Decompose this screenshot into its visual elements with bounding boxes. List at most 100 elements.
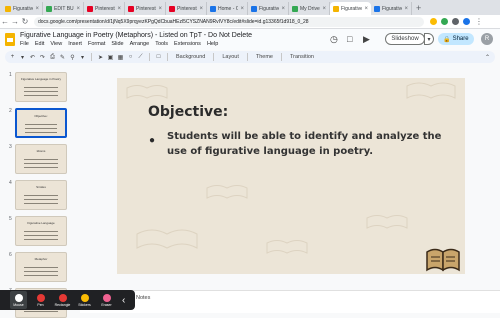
slide-thumbnail[interactable]: Figurative Language in Poetry	[15, 72, 67, 102]
menu-item[interactable]: Arrange	[130, 41, 150, 47]
reload-icon[interactable]: ↻	[20, 17, 30, 26]
thumbnail-text-line	[24, 163, 58, 164]
slides-logo-icon[interactable]	[5, 33, 15, 46]
annotate-tool-eraser[interactable]: Eraser	[98, 291, 115, 309]
annotate-tool-stickers[interactable]: Stickers	[76, 291, 93, 309]
zoom-dropdown-icon[interactable]: ▾	[79, 54, 86, 61]
menu-item[interactable]: Extensions	[174, 41, 201, 47]
close-tab-icon[interactable]: ×	[240, 6, 244, 12]
background-button[interactable]: Background	[173, 54, 208, 60]
tab-favicon-icon	[5, 5, 11, 12]
back-icon[interactable]: ←	[0, 17, 10, 26]
line-icon[interactable]: ⟋	[137, 54, 144, 61]
avatar[interactable]: R	[481, 33, 493, 45]
kebab-menu-icon[interactable]: ⋮	[474, 17, 484, 26]
menu-item[interactable]: Help	[207, 41, 218, 47]
slide-thumbnail[interactable]: Figurative Language	[15, 216, 67, 246]
select-cursor-icon[interactable]: ➤	[97, 54, 104, 61]
annotate-tool-mouse[interactable]: Mouse	[10, 291, 27, 309]
close-tab-icon[interactable]: ×	[76, 6, 80, 12]
paint-format-icon[interactable]: ✎	[59, 54, 66, 61]
comment-icon[interactable]: □	[347, 34, 352, 44]
browser-tab[interactable]: My Drive ×	[289, 2, 330, 15]
menu-item[interactable]: Edit	[35, 41, 44, 47]
slide-thumbnail[interactable]: Objective:	[15, 108, 67, 138]
browser-tab[interactable]: Pinterest ×	[84, 2, 125, 15]
redo-icon[interactable]: ↷	[39, 54, 46, 61]
close-tab-icon[interactable]: ×	[322, 6, 326, 12]
browser-tab[interactable]: Pinterest ×	[125, 2, 166, 15]
meet-icon[interactable]: ▶	[363, 34, 370, 45]
close-tab-icon[interactable]: ×	[158, 6, 162, 12]
slideshow-button[interactable]: Slideshow	[385, 33, 425, 45]
url-field[interactable]: docs.google.com/presentation/d/1jNq5X9pr…	[34, 16, 424, 27]
print-icon[interactable]: ⎙	[49, 54, 56, 61]
image-icon[interactable]: ▦	[117, 54, 124, 61]
tab-title: Figurative	[259, 5, 280, 12]
browser-tab[interactable]: EDIT BUNDLE×	[43, 2, 84, 15]
collapse-chevron-icon[interactable]: ‹	[122, 295, 125, 306]
tab-title: Home - C...	[218, 5, 238, 12]
slide-thumbnail[interactable]: Similes	[15, 180, 67, 210]
menu-item[interactable]: Slide	[111, 41, 123, 47]
theme-button[interactable]: Theme	[253, 54, 276, 60]
transition-button[interactable]: Transition	[287, 54, 317, 60]
menu-item[interactable]: Insert	[68, 41, 82, 47]
textbox-icon[interactable]: ▣	[107, 54, 114, 61]
thumbnail-title: Similes	[36, 185, 46, 189]
annotation-toolbar: Mouse Pen Rectangle Stickers Eraser ‹	[0, 290, 135, 310]
annotate-tool-rectangle[interactable]: Rectangle	[54, 291, 71, 309]
browser-tab[interactable]: Home - C...×	[207, 2, 248, 15]
close-tab-icon[interactable]: ×	[364, 6, 368, 12]
share-button[interactable]: 🔒 Share	[438, 33, 474, 45]
menu-item[interactable]: File	[20, 41, 29, 47]
browser-tab[interactable]: Figurative ×	[330, 2, 371, 15]
slideshow-dropdown-icon[interactable]: ▾	[424, 33, 434, 45]
thumbnail-text-line	[24, 91, 58, 92]
menu-item[interactable]: Tools	[155, 41, 168, 47]
add-slide-icon[interactable]: +	[9, 54, 16, 60]
tab-favicon-icon	[128, 5, 134, 12]
tab-favicon-icon	[251, 5, 257, 12]
layout-button[interactable]: Layout	[219, 54, 242, 60]
browser-tab[interactable]: Figurative ×	[2, 2, 43, 15]
close-tab-icon[interactable]: ×	[199, 6, 203, 12]
slide-body-text[interactable]: Students will be able to identify and an…	[167, 130, 447, 159]
history-icon[interactable]: ◷	[330, 34, 338, 45]
menu-item[interactable]: Format	[88, 41, 105, 47]
close-tab-icon[interactable]: ×	[281, 6, 285, 12]
menu-bar: File Edit View Insert Format Slide Arrange Tool…	[20, 41, 218, 47]
extensions-puzzle-icon[interactable]	[452, 18, 459, 25]
browser-tab[interactable]: Figurative ×	[248, 2, 289, 15]
slide-thumbnail[interactable]: Metaphor	[15, 252, 67, 282]
shape-icon[interactable]: ○	[127, 54, 134, 60]
tab-favicon-icon	[374, 5, 380, 12]
speaker-notes-panel[interactable]: Notes	[80, 290, 500, 313]
extension-icon[interactable]	[441, 18, 448, 25]
divider	[246, 53, 248, 61]
profile-icon[interactable]	[463, 18, 470, 25]
tab-title: My Drive	[300, 5, 320, 12]
document-title[interactable]: Figurative Language in Poetry (Metaphors…	[20, 32, 252, 39]
close-tab-icon[interactable]: ×	[117, 6, 121, 12]
tab-title: Pinterest	[136, 5, 156, 12]
annotate-tool-pen[interactable]: Pen	[32, 291, 49, 309]
comment-add-icon[interactable]: □	[155, 54, 162, 60]
close-tab-icon[interactable]: ×	[404, 6, 408, 12]
undo-icon[interactable]: ↶	[29, 54, 36, 61]
forward-icon[interactable]: →	[10, 17, 20, 26]
collapse-toolbar-icon[interactable]: ⌃	[484, 54, 491, 61]
zoom-icon[interactable]: ⚲	[69, 54, 76, 61]
slide-title[interactable]: Objective:	[148, 104, 228, 120]
slide-thumbnail[interactable]: Idioms	[15, 144, 67, 174]
menu-item[interactable]: View	[50, 41, 62, 47]
browser-tab[interactable]: Figurative ×	[371, 2, 412, 15]
slide-number: 1	[9, 72, 12, 78]
close-tab-icon[interactable]: ×	[35, 6, 39, 12]
thumbnail-title: Figurative Language in Poetry	[20, 77, 62, 81]
new-tab-icon[interactable]: +	[412, 2, 425, 15]
slide-2[interactable]: Objective: ● Students will be able to id…	[117, 78, 465, 274]
extension-icon[interactable]	[430, 18, 437, 25]
dropdown-icon[interactable]: ▾	[19, 54, 26, 61]
browser-tab[interactable]: Pinterest ×	[166, 2, 207, 15]
